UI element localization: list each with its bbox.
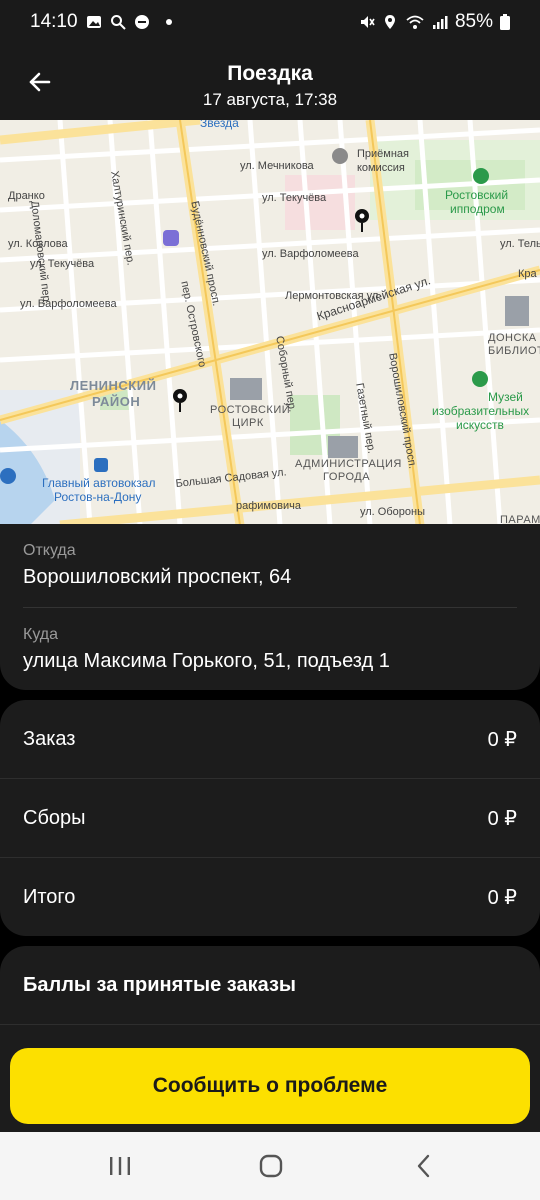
wifi-icon — [406, 15, 424, 29]
route-to: Куда улица Максима Горького, 51, подъезд… — [23, 626, 517, 673]
map-label: изобразительных — [432, 404, 530, 418]
route-card: Откуда Ворошиловский проспект, 64 Куда у… — [0, 524, 540, 690]
recents-button[interactable] — [100, 1150, 140, 1182]
map-label: Ростов-на-Дону — [54, 490, 142, 504]
route-map[interactable]: Звезда ул. Мечникова Приёмная комиссия Р… — [0, 120, 540, 525]
recents-icon — [110, 1157, 130, 1175]
order-label: Заказ — [23, 727, 76, 750]
route-from: Откуда Ворошиловский проспект, 64 — [23, 542, 517, 589]
map-label: РОСТОВСКИЙ — [210, 404, 291, 416]
map-label: ул. Варфоломеева — [20, 298, 117, 310]
from-address: Ворошиловский проспект, 64 — [23, 566, 292, 588]
map-label: Кра — [518, 268, 537, 280]
location-icon — [384, 15, 395, 29]
map-label: Главный автовокзал — [42, 476, 156, 490]
trip-date: 17 августа, 17:38 — [202, 90, 338, 109]
divider — [23, 607, 517, 608]
map-label: искусств — [456, 418, 504, 432]
map-label: ГОРОДА — [323, 471, 371, 483]
dnd-icon — [134, 15, 149, 29]
mute-icon — [360, 16, 375, 28]
total-label: Итого — [23, 885, 76, 908]
battery-percent: 85% — [454, 11, 493, 32]
signal-icon — [432, 16, 448, 29]
price-row-order: Заказ 0 ₽ — [23, 700, 517, 778]
map-label: ул. Варфоломеева — [262, 248, 359, 260]
map-label: БИБЛИОТЕ — [488, 345, 540, 357]
map-label: ЛЕНИНСКИЙ — [70, 378, 157, 393]
report-problem-button[interactable]: Сообщить о проблеме — [10, 1048, 530, 1124]
to-label: Куда — [23, 626, 59, 643]
status-time: 14:10 — [30, 11, 78, 32]
map-label: ул. Обороны — [360, 506, 425, 518]
top-app-bar: Поездка 17 августа, 17:38 — [0, 44, 540, 120]
price-card: Заказ 0 ₽ Сборы 0 ₽ Итого 0 ₽ — [0, 700, 540, 936]
total-value: 0 ₽ — [487, 886, 517, 909]
map-label: АДМИНИСТРАЦИЯ — [295, 458, 402, 470]
divider — [0, 1024, 540, 1025]
search-icon — [110, 15, 126, 30]
map-label: ул. Мечникова — [240, 160, 314, 172]
chevron-left-icon — [417, 1154, 430, 1178]
map-label: ул. Козлова — [8, 238, 68, 250]
home-icon — [259, 1154, 283, 1178]
gallery-icon — [86, 16, 101, 28]
page-title: Поездка — [227, 62, 313, 85]
map-label: Приёмная — [357, 148, 409, 160]
notification-dot-icon — [165, 19, 172, 25]
from-label: Откуда — [23, 542, 76, 559]
home-button[interactable] — [251, 1150, 291, 1182]
fees-value: 0 ₽ — [487, 807, 517, 830]
system-nav-bar — [0, 1132, 540, 1200]
map-label: ул. Текучёва — [262, 192, 327, 204]
map-label: ДОНСКА — [488, 332, 537, 344]
battery-icon — [500, 14, 510, 30]
map-label: комиссия — [357, 162, 405, 174]
map-label: ЦИРК — [232, 417, 264, 429]
map-label: Ростовский — [445, 188, 509, 202]
map-label: рафимовича — [236, 500, 301, 512]
map-label: Звезда — [200, 120, 239, 130]
to-address: улица Максима Горького, 51, подъезд 1 — [23, 650, 390, 672]
map-label: ул. Тельма — [500, 238, 540, 250]
map-label: Музей — [488, 390, 523, 404]
map-label: ипподром — [450, 202, 505, 216]
fees-label: Сборы — [23, 806, 86, 829]
map-label: ул. Текучёва — [30, 258, 95, 270]
points-title: Баллы за принятые заказы — [23, 974, 296, 996]
back-nav-button[interactable] — [404, 1150, 444, 1182]
price-row-total: Итого 0 ₽ — [23, 858, 517, 936]
map-background — [0, 120, 540, 525]
map-label: РАЙОН — [92, 394, 141, 409]
order-value: 0 ₽ — [487, 728, 517, 751]
status-bar: 14:10 85% — [0, 0, 540, 44]
price-row-fees: Сборы 0 ₽ — [23, 779, 517, 857]
